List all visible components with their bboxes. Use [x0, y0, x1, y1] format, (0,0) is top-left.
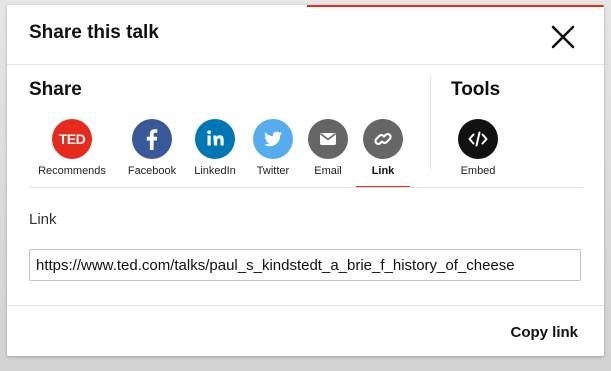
- share-option-label: Link: [371, 165, 395, 177]
- share-option-recommends[interactable]: TED Recommends: [34, 119, 110, 177]
- ted-logo-icon: TED: [52, 119, 92, 159]
- share-option-label: Recommends: [38, 165, 106, 177]
- dialog-top-accent: [307, 5, 604, 7]
- share-option-link[interactable]: Link: [345, 119, 421, 177]
- close-button[interactable]: [547, 21, 579, 53]
- link-field-label: Link: [29, 211, 57, 228]
- footer-divider: [7, 305, 604, 306]
- tool-option-label: Embed: [460, 165, 496, 177]
- tools-heading: Tools: [451, 79, 501, 100]
- share-dialog: Share this talk Share Tools TED Recommen…: [7, 5, 604, 356]
- options-divider: [29, 187, 583, 188]
- link-icon: [363, 119, 403, 159]
- dialog-title: Share this talk: [29, 22, 159, 43]
- twitter-icon: [253, 119, 293, 159]
- email-icon: [308, 119, 348, 159]
- section-divider: [430, 76, 431, 170]
- code-icon: [458, 119, 498, 159]
- tool-option-embed[interactable]: Embed: [440, 119, 516, 177]
- header-divider: [7, 64, 604, 65]
- share-heading: Share: [29, 79, 82, 100]
- linkedin-icon: [195, 119, 235, 159]
- close-icon: [551, 25, 575, 49]
- link-url-input[interactable]: [29, 249, 581, 281]
- facebook-icon: [132, 119, 172, 159]
- copy-link-button[interactable]: Copy link: [510, 324, 578, 341]
